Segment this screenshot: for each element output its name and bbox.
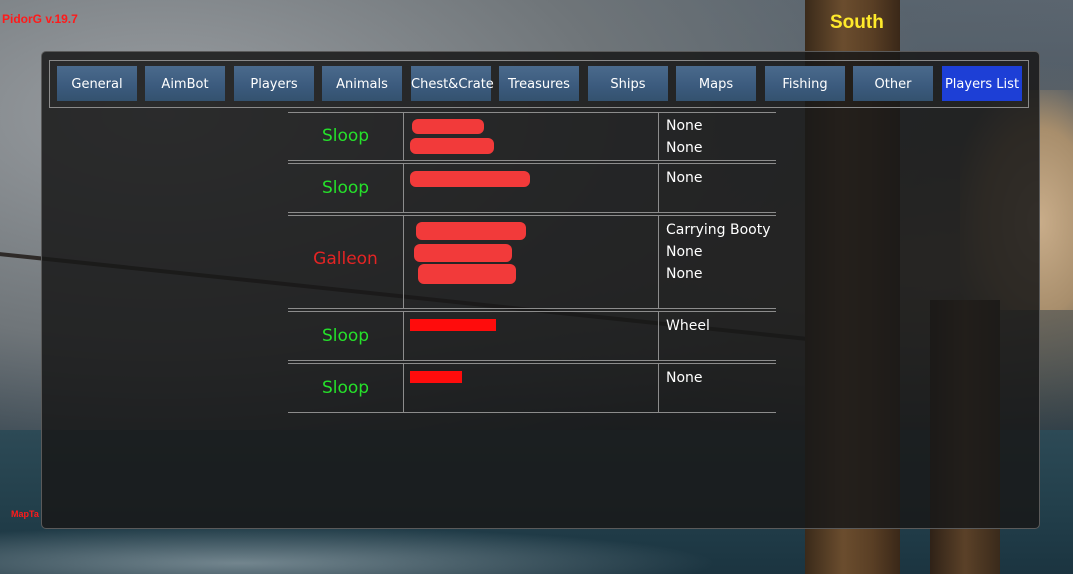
- redacted-player-name: [410, 138, 494, 154]
- tab-players-list[interactable]: Players List: [942, 66, 1022, 101]
- row-divider: [288, 212, 776, 213]
- column-divider: [658, 163, 659, 212]
- crew-ship-type: Galleon: [313, 249, 378, 269]
- player-status: None: [666, 266, 703, 282]
- tab-treasures[interactable]: Treasures: [499, 66, 579, 101]
- cheat-menu-panel: [41, 51, 1040, 529]
- column-divider: [658, 363, 659, 412]
- redacted-player-name: [410, 371, 462, 383]
- tab-fishing[interactable]: Fishing: [765, 66, 845, 101]
- column-divider: [403, 163, 404, 212]
- row-divider: [288, 160, 776, 161]
- player-status: None: [666, 170, 703, 186]
- map-label: MapTa: [11, 509, 39, 519]
- column-divider: [403, 112, 404, 160]
- tab-ships[interactable]: Ships: [588, 66, 668, 101]
- tab-maps[interactable]: Maps: [676, 66, 756, 101]
- redacted-player-name: [410, 171, 530, 187]
- column-divider: [403, 311, 404, 360]
- tab-other[interactable]: Other: [853, 66, 933, 101]
- crew-ship-type: Sloop: [321, 378, 370, 398]
- player-status: None: [666, 140, 703, 156]
- redacted-player-name: [414, 244, 512, 262]
- redacted-player-name: [416, 222, 526, 240]
- redacted-player-name: [418, 264, 516, 284]
- tab-general[interactable]: General: [57, 66, 137, 101]
- column-divider: [403, 215, 404, 308]
- tab-animals[interactable]: Animals: [322, 66, 402, 101]
- tab-chest-crate[interactable]: Chest&Crate: [411, 66, 494, 101]
- crew-ship-type: Sloop: [321, 178, 370, 198]
- column-divider: [658, 112, 659, 160]
- row-divider: [288, 360, 776, 361]
- column-divider: [658, 215, 659, 308]
- crew-ship-type: Sloop: [321, 326, 370, 346]
- row-divider: [288, 163, 776, 164]
- player-status: None: [666, 244, 703, 260]
- player-status: None: [666, 370, 703, 386]
- redacted-player-name: [410, 319, 496, 331]
- row-divider: [288, 308, 776, 309]
- tab-aimbot[interactable]: AimBot: [145, 66, 225, 101]
- player-status: None: [666, 118, 703, 134]
- compass-direction: South: [830, 12, 884, 33]
- row-divider: [288, 363, 776, 364]
- column-divider: [403, 363, 404, 412]
- version-label: PidorG v.19.7: [2, 12, 78, 26]
- crew-ship-type: Sloop: [321, 126, 370, 146]
- row-divider: [288, 112, 776, 113]
- tab-players[interactable]: Players: [234, 66, 314, 101]
- row-divider: [288, 215, 776, 216]
- player-status: Wheel: [666, 318, 710, 334]
- redacted-player-name: [412, 119, 484, 134]
- row-divider: [288, 412, 776, 413]
- column-divider: [658, 311, 659, 360]
- row-divider: [288, 311, 776, 312]
- player-status: Carrying Booty: [666, 222, 771, 238]
